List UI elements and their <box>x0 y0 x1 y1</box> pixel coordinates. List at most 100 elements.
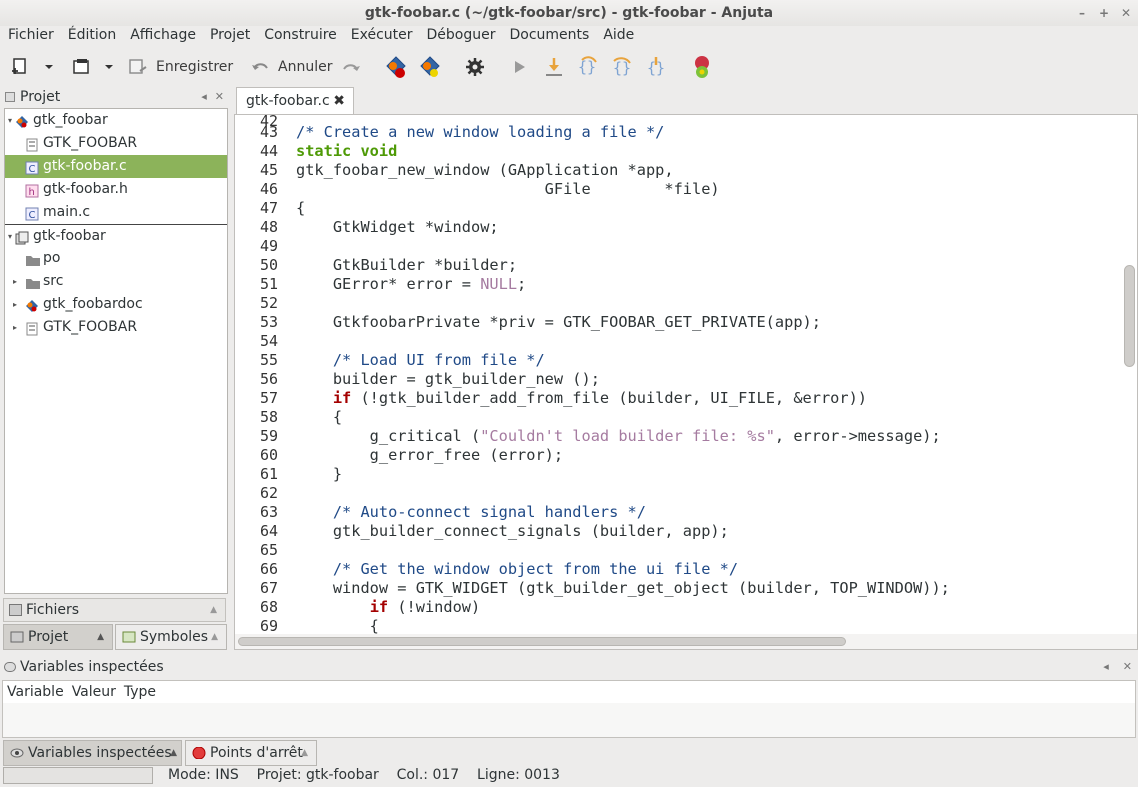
watch-table[interactable]: Variable Valeur Type <box>2 680 1136 738</box>
code-line[interactable]: GtkWidget *window; <box>296 218 499 236</box>
open-dropdown[interactable] <box>104 52 114 82</box>
code-line[interactable]: gtk_foobar_new_window (GApplication *app… <box>296 161 674 179</box>
horizontal-scroll-thumb[interactable] <box>238 637 846 646</box>
expander-closed-icon[interactable]: ▸ <box>10 293 20 316</box>
toolbar: Enregistrer Annuler {} {} {} <box>0 49 1138 85</box>
breakpoint-button[interactable] <box>690 52 714 82</box>
tree-item[interactable]: h gtk-foobar.h <box>5 178 227 201</box>
open-button[interactable] <box>72 52 92 82</box>
code-line[interactable]: GError* error = NULL; <box>296 275 526 293</box>
redo-button[interactable] <box>340 52 362 82</box>
tree-item[interactable]: ▾ gtk-foobar <box>5 224 227 247</box>
tree-item[interactable]: Cmain.c <box>5 201 227 224</box>
new-button[interactable] <box>10 52 30 82</box>
menu-deboguer[interactable]: Déboguer <box>419 24 502 46</box>
code-line[interactable]: static void <box>296 142 397 160</box>
menu-documents[interactable]: Documents <box>502 24 596 46</box>
code-line[interactable]: /* Auto-connect signal handlers */ <box>296 503 646 521</box>
tree-item[interactable]: Cgtk-foobar.c <box>5 155 227 178</box>
expander-closed-icon[interactable]: ▸ <box>10 316 20 339</box>
vertical-scroll-thumb[interactable] <box>1124 265 1135 367</box>
folder-icon <box>25 252 40 266</box>
dock-icon[interactable]: ◂ <box>1103 656 1109 678</box>
new-dropdown[interactable] <box>44 52 54 82</box>
code-line[interactable]: GFile *file) <box>296 180 720 198</box>
column-valeur[interactable]: Valeur <box>72 681 116 703</box>
menu-affichage[interactable]: Affichage <box>122 24 202 46</box>
step-over-button[interactable]: {} <box>576 52 600 82</box>
expander-open-icon[interactable]: ▾ <box>5 109 15 132</box>
save-button[interactable]: Enregistrer <box>128 52 233 82</box>
tab-fichiers[interactable]: Fichiers ▲ <box>3 598 226 622</box>
minimize-icon[interactable]: – <box>1076 0 1088 26</box>
code-line[interactable]: GtkBuilder *builder; <box>296 256 517 274</box>
code-line[interactable]: GtkfoobarPrivate *priv = GTK_FOOBAR_GET_… <box>296 313 821 331</box>
line-number: 57 <box>259 389 278 407</box>
tree-item-label: gtk-foobar.h <box>43 181 128 197</box>
code-line[interactable]: } <box>296 465 342 483</box>
tree-item[interactable]: ▸ gtk_foobardoc <box>5 293 227 316</box>
close-icon[interactable]: ✕ <box>1120 0 1132 26</box>
menu-fichier[interactable]: Fichier <box>0 24 60 46</box>
run-target-icon <box>386 56 406 78</box>
code-editor[interactable]: 42 43 44 45 46 47 48 49 50 51 52 53 54 55 56 57 58 59 60 61… <box>234 114 1138 650</box>
menu-executer[interactable]: Exécuter <box>343 24 419 46</box>
close-icon[interactable]: ✕ <box>215 86 224 108</box>
svg-text:h: h <box>29 187 35 198</box>
code-line[interactable]: { <box>296 617 379 635</box>
tab-variables-inspectees[interactable]: Variables inspectées ▲ <box>3 740 182 766</box>
column-variable[interactable]: Variable <box>7 681 64 703</box>
menu-aide[interactable]: Aide <box>595 24 640 46</box>
horizontal-scrollbar[interactable] <box>235 634 1137 649</box>
debug-target-button[interactable] <box>418 52 442 82</box>
column-type[interactable]: Type <box>124 681 156 703</box>
code-line[interactable]: window = GTK_WIDGET (gtk_builder_get_obj… <box>296 579 950 597</box>
status-mode: Mode: INS <box>168 767 239 783</box>
tab-projet[interactable]: Projet ▲ <box>3 624 113 650</box>
expander-open-icon[interactable]: ▾ <box>5 225 15 248</box>
menu-projet[interactable]: Projet <box>202 24 256 46</box>
code-line[interactable]: gtk_builder_connect_signals (builder, ap… <box>296 522 729 540</box>
tree-item[interactable]: po <box>5 247 227 270</box>
vertical-scrollbar[interactable] <box>1119 115 1137 635</box>
redo-icon <box>343 64 360 71</box>
code-area[interactable]: /* Create a new window loading a file */… <box>296 115 1116 635</box>
statusbar: Mode: INS Projet: gtk-foobar Col.: 017 L… <box>0 764 1138 787</box>
tree-item[interactable]: ▸ GTK_FOOBAR <box>5 316 227 339</box>
maximize-icon[interactable]: + <box>1098 0 1110 26</box>
settings-button[interactable] <box>465 52 485 82</box>
window-titlebar[interactable]: gtk-foobar.c (~/gtk-foobar/src) - gtk-fo… <box>0 0 1138 26</box>
code-line[interactable]: g_critical ("Couldn't load builder file:… <box>296 427 941 445</box>
code-line[interactable]: /* Load UI from file */ <box>296 351 545 369</box>
tab-gtk-foobar-c[interactable]: gtk-foobar.c ✖ <box>236 87 354 116</box>
run-target-button[interactable] <box>384 52 408 82</box>
editor-tabstrip: gtk-foobar.c ✖ <box>234 87 1138 116</box>
tab-symboles[interactable]: Symboles ▲ <box>115 624 227 650</box>
code-line[interactable]: g_error_free (error); <box>296 446 563 464</box>
step-in-button[interactable] <box>544 52 564 82</box>
code-line[interactable]: /* Create a new window loading a file */ <box>296 123 664 141</box>
step-out-button[interactable]: {} <box>610 52 634 82</box>
code-line[interactable]: { <box>296 199 305 217</box>
close-icon[interactable]: ✖ <box>333 88 345 114</box>
line-number: 51 <box>259 275 278 293</box>
tree-item[interactable]: ▸ src <box>5 270 227 293</box>
menu-construire[interactable]: Construire <box>256 24 343 46</box>
breakpoint-icon <box>192 747 206 759</box>
line-number-gutter: 42 43 44 45 46 47 48 49 50 51 52 53 54 55 56 57 58 59 60 61… <box>235 115 290 635</box>
run-to-cursor-button[interactable]: {} <box>644 52 668 82</box>
dock-icon[interactable]: ◂ <box>201 86 207 108</box>
code-line[interactable]: /* Get the window object from the ui fil… <box>296 560 738 578</box>
tab-points-arret[interactable]: Points d'arrêt ▲ <box>185 740 317 766</box>
undo-button[interactable]: Annuler <box>250 52 332 82</box>
menu-edition[interactable]: Édition <box>60 24 122 46</box>
code-line[interactable]: if (!gtk_builder_add_from_file (builder,… <box>296 389 867 407</box>
tree-item[interactable]: GTK_FOOBAR <box>5 132 227 155</box>
continue-button[interactable] <box>512 52 528 82</box>
close-icon[interactable]: ✕ <box>1123 656 1132 678</box>
expander-closed-icon[interactable]: ▸ <box>10 270 20 293</box>
code-line[interactable]: if (!window) <box>296 598 481 616</box>
code-line[interactable]: builder = gtk_builder_new (); <box>296 370 600 388</box>
code-line[interactable]: { <box>296 408 342 426</box>
tree-item[interactable]: ▾ gtk_foobar <box>5 109 227 132</box>
